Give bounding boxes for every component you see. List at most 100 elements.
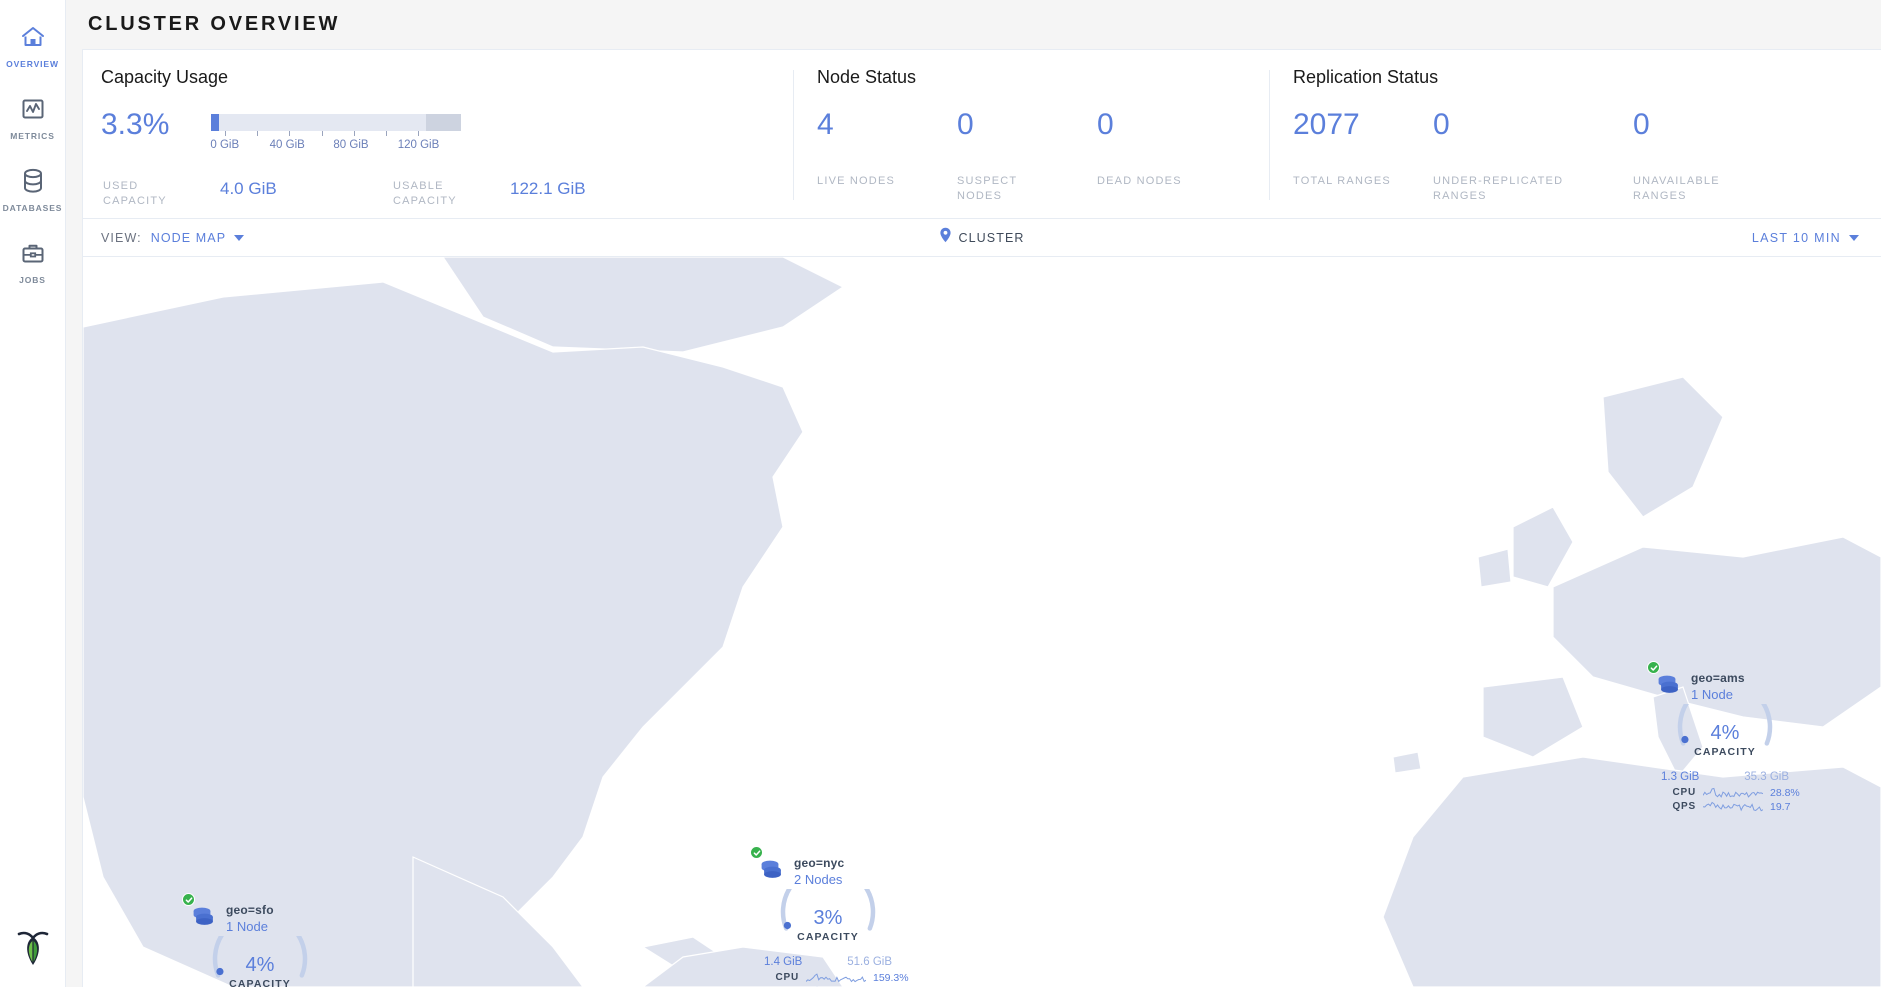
capacity-usage-panel: Capacity Usage 3.3% 0 GiB 40 GiB 80 GiB 120… [83, 67, 793, 218]
sidebar: OVERVIEW METRICS DATABASES JOBS [0, 0, 66, 987]
node-count-label: 1 Node [226, 919, 268, 934]
capacity-bar [211, 114, 461, 131]
node-marker[interactable]: geo=sfo1 Node4%CAPACITY1.3 GiB35.3 GiBCP… [182, 893, 371, 987]
node-metric-sparkline [806, 972, 866, 984]
capacity-gauge: 4% CAPACITY [205, 936, 315, 987]
suspect-nodes-stat: 0 SUSPECT NODES [957, 110, 1097, 204]
capacity-percent: 3.3% [101, 108, 170, 141]
capacity-axis-label: 80 GiB [333, 139, 369, 151]
database-stack-icon [182, 893, 217, 931]
replication-status-panel: Replication Status 2077 TOTAL RANGES 0 U… [1269, 67, 1881, 218]
breadcrumb-cluster[interactable]: CLUSTER [939, 227, 1024, 248]
capacity-axis-ticks [211, 131, 461, 138]
view-selector-group: VIEW: NODE MAP [101, 230, 245, 245]
capacity-gauge: 4% CAPACITY [1670, 704, 1780, 770]
capacity-axis-tick [386, 131, 387, 136]
node-status-panel: Node Status 4 LIVE NODES 0 SUSPECT NODES… [793, 67, 1269, 218]
unavailable-ranges-stat: 0 UNAVAILABLE RANGES [1633, 110, 1833, 204]
capacity-usage-title: Capacity Usage [101, 67, 229, 87]
under-replicated-ranges-stat: 0 UNDER-REPLICATED RANGES [1433, 110, 1633, 204]
capacity-axis-tick [321, 131, 323, 136]
under-replicated-ranges-value: 0 [1433, 108, 1450, 141]
time-range-dropdown[interactable]: LAST 10 MIN [1752, 231, 1859, 245]
node-metric-value: 159.3% [873, 971, 909, 984]
capacity-axis-label: 0 GiB [210, 139, 240, 151]
sidebar-item-label: OVERVIEW [6, 59, 59, 69]
database-stack-icon [750, 846, 785, 884]
node-metric-key: CPU [775, 972, 799, 983]
capacity-axis-tick [289, 131, 291, 136]
usable-capacity-item: USABLE CAPACITY 122.1 GiB [393, 179, 586, 209]
node-metric-sparkline [1703, 787, 1763, 799]
node-metrics-list: CPU159.3%QPS25.4 [773, 971, 939, 987]
capacity-range-labels: 1.3 GiB 35.3 GiB [1661, 771, 1789, 783]
capacity-axis-labels: 0 GiB 40 GiB 80 GiB 120 GiB [210, 139, 461, 153]
cockroachdb-logo[interactable] [16, 928, 50, 973]
sidebar-item-label: METRICS [10, 131, 55, 141]
capacity-gauge-percent: 4% [245, 954, 275, 976]
capacity-axis-tick [418, 131, 420, 136]
live-nodes-value: 4 [817, 108, 834, 141]
capacity-used-label: 1.3 GiB [1661, 771, 1700, 783]
capacity-bar-chart: 0 GiB 40 GiB 80 GiB 120 GiB [210, 110, 461, 153]
chevron-down-icon [1849, 234, 1859, 241]
node-metric-value: 19.7 [1770, 800, 1791, 813]
summary-bar: Capacity Usage 3.3% 0 GiB 40 GiB 80 GiB 120… [82, 49, 1881, 219]
node-locality-label: geo=nyc [794, 856, 845, 870]
total-ranges-value: 2077 [1293, 108, 1360, 141]
unavailable-ranges-label: UNAVAILABLE RANGES [1633, 175, 1720, 203]
sidebar-item-label: DATABASES [2, 203, 63, 213]
status-healthy-icon [182, 893, 195, 906]
capacity-gauge-label: CAPACITY [797, 931, 859, 943]
node-count-label: 1 Node [1691, 687, 1733, 702]
view-mode-value: NODE MAP [150, 230, 227, 245]
capacity-axis-label: 120 GiB [397, 139, 440, 151]
view-label: VIEW: [101, 230, 142, 245]
sidebar-item-jobs[interactable]: JOBS [0, 228, 66, 300]
suspect-nodes-value: 0 [957, 108, 974, 141]
home-icon [20, 22, 46, 52]
view-mode-dropdown[interactable]: NODE MAP [150, 230, 245, 245]
app-root: OVERVIEW METRICS DATABASES JOBS CLUSTER … [0, 0, 1881, 987]
dead-nodes-value: 0 [1097, 108, 1114, 141]
capacity-gauge-percent: 3% [813, 907, 843, 929]
capacity-total-label: 35.3 GiB [1744, 771, 1789, 783]
capacity-axis-tick [224, 131, 226, 136]
node-marker[interactable]: geo=nyc 2 Nodes 3% CAPACITY 1.4 GiB 51.6 GiB C… [750, 846, 939, 987]
under-replicated-ranges-label: UNDER-REPLICATED RANGES [1433, 175, 1564, 203]
node-map[interactable]: geo=sfo 1 Node 4% CAPACITY 1.3 GiB 35.3 GiB CP… [82, 257, 1881, 987]
used-capacity-item: USED CAPACITY 4.0 GiB [103, 179, 393, 209]
map-pin-icon [939, 227, 951, 248]
capacity-gauge-label: CAPACITY [229, 978, 291, 987]
sidebar-item-metrics[interactable]: METRICS [0, 84, 66, 156]
capacity-axis-label: 40 GiB [269, 139, 305, 151]
node-locality-label: geo=sfo [226, 903, 274, 917]
sidebar-item-databases[interactable]: DATABASES [0, 156, 66, 228]
world-map-graphic [83, 257, 1881, 987]
node-status-title: Node Status [817, 67, 917, 87]
used-capacity-value: 4.0 GiB [220, 179, 277, 198]
time-range-value: LAST 10 MIN [1751, 230, 1841, 245]
dead-nodes-label: DEAD NODES [1097, 175, 1182, 187]
database-stack-icon [1647, 661, 1682, 699]
node-metrics-list: CPU 28.8% QPS 19.7 [1670, 786, 1836, 813]
suspect-nodes-label: SUSPECT NODES [957, 175, 1018, 203]
node-count-label: 2 Nodes [794, 872, 843, 887]
capacity-gauge-label: CAPACITY [1694, 746, 1756, 758]
capacity-total-label: 51.6 GiB [847, 956, 892, 968]
used-capacity-label: USED CAPACITY [103, 180, 167, 207]
main-content: CLUSTER OVERVIEW Capacity Usage 3.3% 0 G… [66, 0, 1881, 987]
capacity-axis-tick [353, 131, 355, 136]
page-title: CLUSTER OVERVIEW [88, 13, 341, 35]
total-ranges-label: TOTAL RANGES [1293, 175, 1391, 187]
node-metric-key: CPU [1672, 787, 1696, 798]
metrics-chart-icon [21, 94, 45, 124]
dead-nodes-stat: 0 DEAD NODES [1097, 110, 1237, 204]
node-metric-sparkline [1703, 801, 1763, 813]
replication-status-title: Replication Status [1293, 67, 1439, 87]
cluster-label: CLUSTER [958, 230, 1025, 245]
usable-capacity-label: USABLE CAPACITY [393, 180, 457, 207]
sidebar-item-overview[interactable]: OVERVIEW [0, 12, 66, 84]
node-marker[interactable]: geo=ams 1 Node 4% CAPACITY 1.3 GiB 35.3 GiB CP… [1647, 661, 1836, 813]
usable-capacity-value: 122.1 GiB [510, 179, 586, 198]
